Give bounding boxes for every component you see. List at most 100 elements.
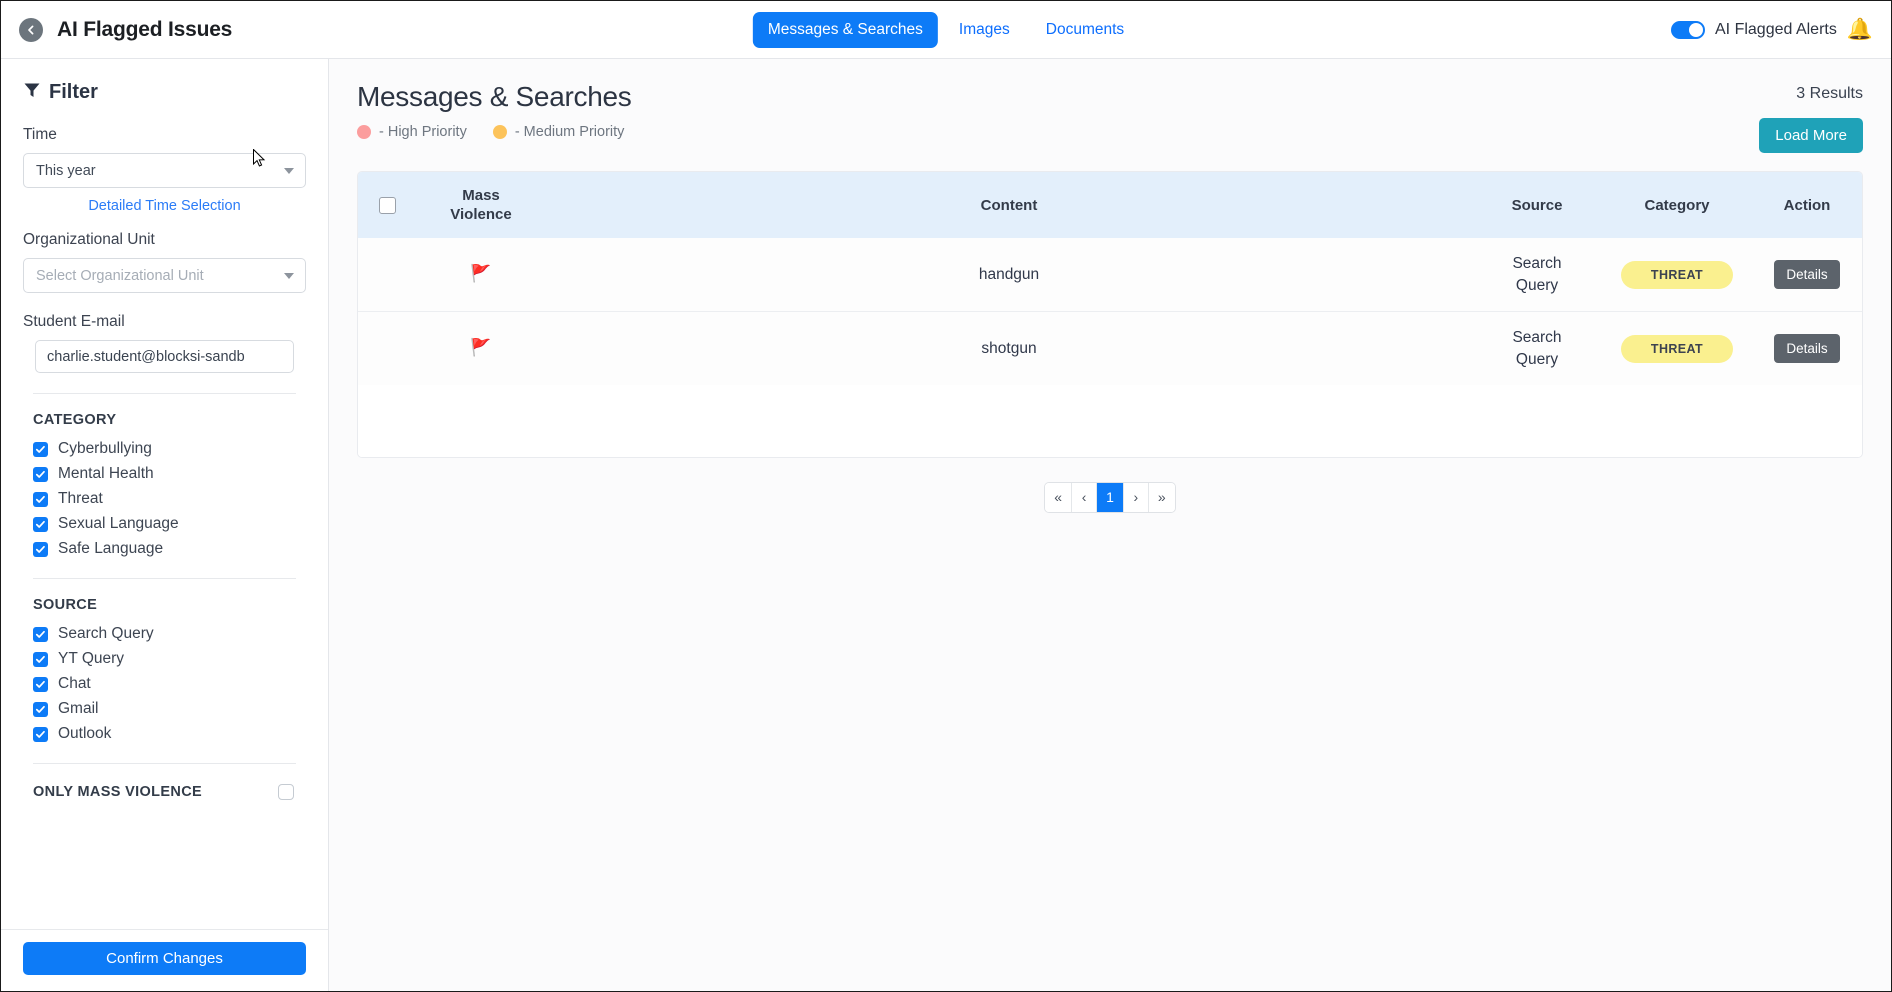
category-badge: THREAT [1621,260,1733,289]
only-mass-violence-checkbox[interactable] [278,784,294,800]
category-label: Cyberbullying [58,440,152,457]
source-label: Outlook [58,725,112,742]
pagination-next[interactable]: › [1123,482,1149,512]
row-source-cell: Search Query [1472,311,1602,385]
pagination-first[interactable]: « [1045,482,1073,512]
mass-violence-line2: Violence [450,206,512,224]
back-arrow-icon[interactable] [19,17,43,42]
org-unit-select-value: Select Organizational Unit [36,267,204,284]
legend-high-priority: - High Priority [357,124,467,140]
divider [33,578,296,579]
table-row[interactable]: 🚩 handgun Search Query THREAT Details [358,238,1862,312]
select-all-checkbox[interactable] [378,196,396,214]
category-label: Safe Language [58,540,164,557]
checkbox-checked-icon [33,726,48,742]
table-header-row: Mass Violence Content Source Category Ac… [358,172,1862,239]
row-action-cell: Details [1752,311,1862,385]
load-more-button[interactable]: Load More [1759,118,1863,153]
details-button[interactable]: Details [1774,334,1840,363]
category-label: Mental Health [58,465,154,482]
checkbox-checked-icon [33,441,48,457]
tab-documents[interactable]: Documents [1031,12,1139,48]
top-bar: AI Flagged Issues Messages & Searches Im… [1,1,1891,59]
ai-flagged-alerts-label: AI Flagged Alerts [1715,20,1837,38]
filter-sidebar-content: Filter Time This year Detailed Time Sele… [1,59,328,929]
category-label: Threat [58,490,103,507]
row-select-cell [358,238,416,311]
org-unit-select[interactable]: Select Organizational Unit [23,258,306,293]
category-checkbox-threat[interactable]: Threat [33,490,306,508]
row-select-cell [358,311,416,385]
category-section-title: CATEGORY [33,412,117,428]
source-checkbox-gmail[interactable]: Gmail [33,700,306,718]
page-title: AI Flagged Issues [57,17,233,41]
pagination-prev[interactable]: ‹ [1072,482,1098,512]
student-email-input[interactable] [35,340,294,373]
pagination-page-1[interactable]: 1 [1097,482,1124,512]
category-checkbox-mental-health[interactable]: Mental Health [33,465,306,483]
row-mass-violence-cell: 🚩 [416,238,546,311]
details-button[interactable]: Details [1774,260,1840,290]
header-mass-violence: Mass Violence [416,172,546,238]
tab-images[interactable]: Images [944,12,1025,48]
filter-sidebar: Filter Time This year Detailed Time Sele… [1,59,329,991]
category-checkbox-safe-language[interactable]: Safe Language [33,540,306,558]
header-category: Category [1644,196,1710,214]
body-container: Filter Time This year Detailed Time Sele… [1,59,1891,991]
table-head: Mass Violence Content Source Category Ac… [358,172,1862,239]
table-card-footer-space [358,384,1862,457]
pagination-last[interactable]: » [1148,482,1175,512]
category-checkbox-sexual-language[interactable]: Sexual Language [33,515,306,533]
legend-medium-priority: - Medium Priority [492,124,625,140]
row-action-cell: Details [1752,238,1862,311]
funnel-icon [23,81,41,104]
source-checkbox-yt-query[interactable]: YT Query [33,650,306,668]
source-checkbox-outlook[interactable]: Outlook [33,725,306,743]
table-body: 🚩 handgun Search Query THREAT Details 🚩 … [358,238,1862,385]
category-checkbox-cyberbullying[interactable]: Cyberbullying [33,440,306,458]
medium-priority-dot-icon [492,125,507,139]
high-priority-dot-icon [357,125,371,139]
checkbox-checked-icon [33,626,48,642]
legend-label: - Medium Priority [514,124,625,140]
checkbox-checked-icon [33,701,48,717]
ai-flagged-alerts-toggle[interactable] [1671,20,1705,39]
source-label: YT Query [58,650,125,667]
top-navigation-tabs: Messages & Searches Images Documents [752,11,1139,48]
checkbox-checked-icon [33,676,48,692]
divider [33,763,296,764]
checkbox-checked-icon [33,541,48,557]
row-content-cell: shotgun [546,311,1472,385]
source-checkbox-search-query[interactable]: Search Query [33,625,306,643]
results-table-card: Mass Violence Content Source Category Ac… [357,171,1863,458]
source-label: Chat [58,675,91,692]
time-select[interactable]: This year [23,153,306,188]
pagination: « ‹ 1 › » [1044,481,1176,513]
bell-icon[interactable]: 🔔 [1847,19,1873,40]
row-mass-violence-cell: 🚩 [416,311,546,385]
red-flag-icon: 🚩 [470,264,492,284]
source-line1: Search [1512,329,1562,347]
only-mass-violence-row[interactable]: ONLY MASS VIOLENCE [33,782,294,804]
time-select-value: This year [36,162,96,179]
chevron-down-icon [284,167,294,174]
header-content: Content [980,196,1038,214]
application-window: AI Flagged Issues Messages & Searches Im… [0,0,1892,992]
detailed-time-selection-link[interactable]: Detailed Time Selection [88,198,240,214]
header-source: Source [1511,196,1563,214]
header-select-all [358,172,416,238]
confirm-changes-button[interactable]: Confirm Changes [23,942,306,975]
chevron-down-icon [284,272,294,279]
source-checkbox-chat[interactable]: Chat [33,675,306,693]
main-header-left: Messages & Searches - High Priority - Me… [357,81,632,140]
table-row[interactable]: 🚩 shotgun Search Query THREAT Details [358,311,1862,385]
top-bar-right: AI Flagged Alerts 🔔 [1671,19,1873,40]
tab-messages-and-searches[interactable]: Messages & Searches [752,11,938,48]
row-category-cell: THREAT [1602,238,1752,311]
source-label: Gmail [58,700,99,717]
row-source-cell: Search Query [1472,238,1602,311]
student-email-wrapper [23,340,306,373]
results-count: 3 Results [1796,85,1863,102]
